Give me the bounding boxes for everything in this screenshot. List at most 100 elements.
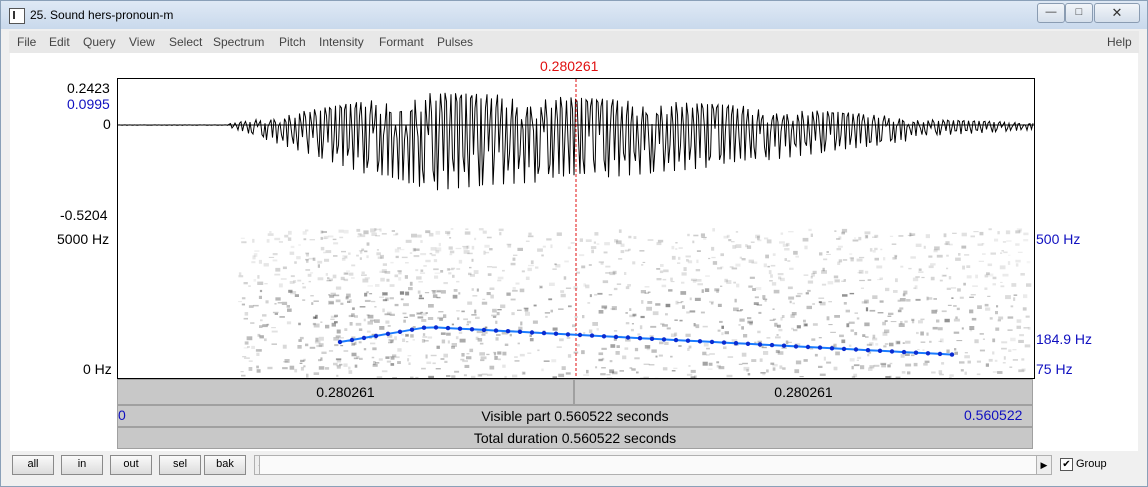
menu-pulses[interactable]: Pulses xyxy=(437,35,473,49)
menu-bar: File Edit Query View Select Spectrum Pit… xyxy=(9,31,1139,53)
menu-spectrum[interactable]: Spectrum xyxy=(213,35,264,49)
close-button[interactable]: ✕ xyxy=(1094,3,1140,23)
pitch-point xyxy=(925,351,931,356)
waveform-min-label: -0.5204 xyxy=(60,207,108,223)
pitch-point xyxy=(721,340,727,345)
pitch-point xyxy=(697,339,703,344)
pitch-point xyxy=(769,342,775,348)
pitch-point xyxy=(841,346,847,352)
pitch-point xyxy=(805,344,811,350)
pitch-point xyxy=(889,349,895,354)
zoom-sel-button[interactable]: sel xyxy=(159,455,201,475)
menu-file[interactable]: File xyxy=(17,35,36,49)
window-title: 25. Sound hers-pronoun-m xyxy=(30,8,174,22)
pitch-point xyxy=(781,343,787,348)
group-checkbox[interactable]: ✔ xyxy=(1060,458,1073,471)
pitch-point xyxy=(625,335,631,340)
zoom-all-button[interactable]: all xyxy=(12,455,54,475)
pitch-max-label: 500 Hz xyxy=(1036,231,1081,247)
pitch-point xyxy=(637,336,643,341)
pitch-point xyxy=(601,334,607,339)
pitch-point xyxy=(589,333,595,338)
pitch-point xyxy=(757,342,763,347)
menu-select[interactable]: Select xyxy=(169,35,202,49)
pitch-point xyxy=(949,352,955,357)
menu-formant[interactable]: Formant xyxy=(379,35,424,49)
pitch-cursor-label: 184.9 Hz xyxy=(1036,331,1093,347)
pitch-point xyxy=(469,327,475,332)
menu-query[interactable]: Query xyxy=(83,35,116,49)
title-bar: 25. Sound hers-pronoun-m — □ ✕ xyxy=(1,1,1147,29)
pitch-point xyxy=(541,330,547,336)
maximize-button[interactable]: □ xyxy=(1065,3,1093,23)
pitch-point xyxy=(709,339,715,345)
pitch-point xyxy=(397,329,403,334)
scroll-right-icon[interactable]: ▶ xyxy=(1036,455,1052,475)
spec-freq-min-label: 0 Hz xyxy=(83,361,112,377)
pitch-point xyxy=(493,328,499,333)
horizontal-scrollbar[interactable] xyxy=(259,455,1051,475)
pitch-point xyxy=(457,326,463,331)
pitch-point xyxy=(913,350,919,355)
pitch-point xyxy=(613,334,619,340)
waveform-mark-label: 0.0995 xyxy=(67,96,110,112)
pitch-point xyxy=(685,338,691,343)
app-icon xyxy=(9,8,25,24)
menu-pitch[interactable]: Pitch xyxy=(279,35,306,49)
spectrogram-view[interactable] xyxy=(117,228,1035,379)
pitch-point xyxy=(817,345,823,350)
menu-edit[interactable]: Edit xyxy=(49,35,70,49)
pitch-point xyxy=(673,337,679,343)
waveform-svg xyxy=(118,79,1034,229)
pitch-point xyxy=(505,329,511,334)
visible-start-label: 0 xyxy=(118,407,126,423)
pitch-point xyxy=(445,325,451,331)
pitch-point xyxy=(733,341,739,346)
zoom-out-button[interactable]: out xyxy=(110,455,152,475)
pitch-point xyxy=(565,332,571,337)
menu-intensity[interactable]: Intensity xyxy=(319,35,364,49)
visible-part-label: Visible part 0.560522 seconds xyxy=(481,408,669,424)
pitch-point xyxy=(481,327,487,333)
menu-help[interactable]: Help xyxy=(1107,35,1132,49)
pitch-point xyxy=(793,344,799,349)
visible-part-bar[interactable]: Visible part 0.560522 seconds xyxy=(117,405,1033,427)
pitch-point xyxy=(373,333,379,339)
pitch-point xyxy=(937,351,943,357)
pitch-point xyxy=(577,332,583,338)
pitch-point xyxy=(745,341,751,346)
zoom-in-button[interactable]: in xyxy=(61,455,103,475)
pitch-point xyxy=(361,335,367,341)
pitch-point xyxy=(901,349,907,355)
pitch-point xyxy=(661,337,667,342)
cursor-time-label: 0.280261 xyxy=(540,58,599,74)
bottom-nav-bar: all in out sel bak ◀ ▶ ✔ Group xyxy=(8,452,1140,480)
pitch-point xyxy=(853,347,859,352)
pitch-point xyxy=(433,325,439,330)
pitch-point xyxy=(829,346,835,351)
group-label: Group xyxy=(1076,458,1107,470)
spec-freq-max-label: 5000 Hz xyxy=(57,231,110,247)
visible-end-label: 0.560522 xyxy=(964,407,1023,423)
minimize-button[interactable]: — xyxy=(1037,3,1065,23)
pitch-point xyxy=(877,348,883,353)
pitch-point xyxy=(337,339,343,345)
total-duration-bar[interactable]: Total duration 0.560522 seconds xyxy=(117,427,1033,449)
pitch-point xyxy=(649,336,655,341)
pitch-min-label: 75 Hz xyxy=(1036,361,1073,377)
waveform-view[interactable] xyxy=(117,78,1035,230)
menu-view[interactable]: View xyxy=(129,35,155,49)
pitch-point xyxy=(349,337,355,343)
pitch-point xyxy=(421,325,427,330)
pitch-point xyxy=(553,331,559,336)
pitch-point xyxy=(529,330,535,335)
pitch-point xyxy=(517,329,523,334)
pitch-point xyxy=(865,348,871,353)
waveform-zero-label: 0 xyxy=(103,116,111,132)
time-segment-right[interactable]: 0.280261 xyxy=(574,379,1033,405)
spectrogram-svg xyxy=(118,228,1034,378)
pitch-point xyxy=(385,331,391,336)
zoom-back-button[interactable]: bak xyxy=(204,455,246,475)
pitch-point xyxy=(409,327,415,332)
time-segment-left[interactable]: 0.280261 xyxy=(117,379,574,405)
